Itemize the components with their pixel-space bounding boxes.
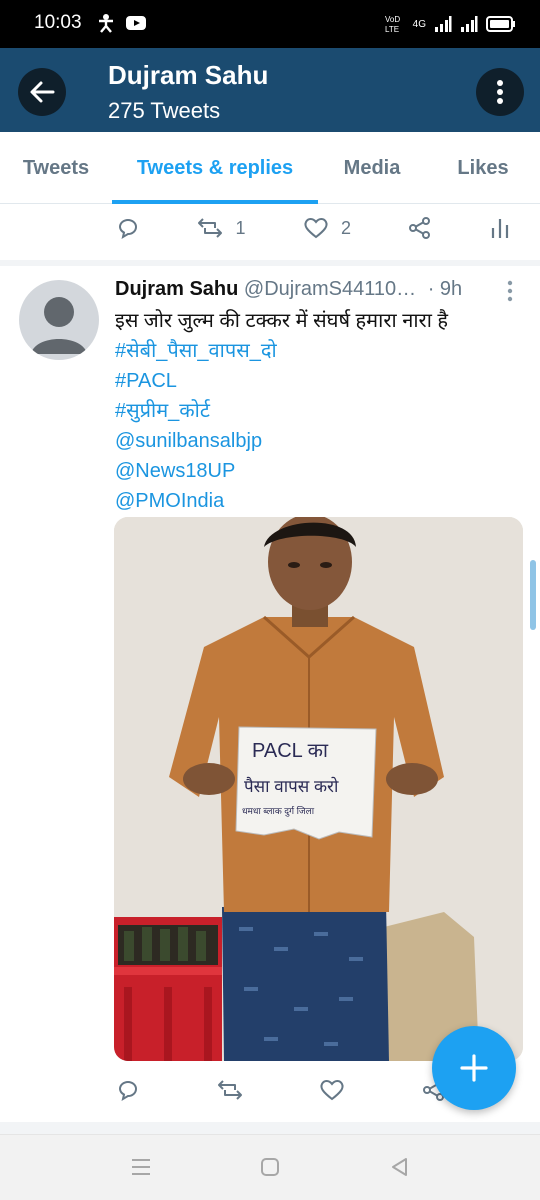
overflow-menu-button[interactable] [476, 68, 524, 116]
mention-link[interactable]: @News18UP [115, 456, 448, 486]
retweet-icon [217, 1080, 242, 1100]
scrollbar[interactable] [530, 560, 536, 630]
retweet-count: 1 [235, 217, 246, 238]
prev-tweet-actions: 1 2 [116, 216, 510, 240]
profile-tabs: Tweets Tweets & replies Media Likes [0, 132, 540, 204]
tweet-body: इस जोर जुल्म की टक्कर में संघर्ष हमारा न… [115, 306, 448, 516]
like-button[interactable] [319, 1078, 345, 1102]
tab-media[interactable]: Media [318, 132, 426, 204]
tweet-count: 275 Tweets [108, 98, 221, 123]
reply-icon [118, 219, 137, 240]
status-time: 10:03 [34, 12, 82, 33]
reply-icon [118, 1081, 137, 1102]
more-vertical-icon [497, 80, 503, 104]
signal-icon-2 [461, 16, 478, 32]
analytics-icon [491, 219, 509, 238]
menu-icon[interactable] [130, 1155, 152, 1179]
tweet-actions [116, 1078, 446, 1102]
tweet-text: इस जोर जुल्म की टक्कर में संघर्ष हमारा न… [115, 310, 449, 332]
reply-button[interactable] [116, 216, 140, 240]
default-avatar-icon [31, 297, 87, 354]
status-indicators: VoD LTE 4G [385, 13, 516, 35]
tweet-divider [0, 1122, 540, 1134]
share-button[interactable] [408, 216, 432, 240]
signal-icon [435, 16, 452, 32]
tab-tweets[interactable]: Tweets [0, 132, 112, 204]
reply-button[interactable] [116, 1078, 140, 1102]
tab-tweets-replies[interactable]: Tweets & replies [112, 132, 318, 204]
tweet-time: · 9h [427, 278, 463, 300]
network-type-label: 4G [412, 18, 426, 30]
retweet-button[interactable] [217, 1078, 243, 1102]
tweet-menu-icon[interactable] [506, 280, 514, 302]
svg-text:LTE: LTE [385, 25, 399, 34]
like-count: 2 [340, 217, 351, 238]
author-handle[interactable]: @DujramS44110… [244, 278, 416, 300]
hashtag-link[interactable]: #सुप्रीम_कोर्ट [115, 396, 448, 426]
hashtag-link[interactable]: #PACL [115, 366, 448, 396]
battery-icon [486, 16, 515, 32]
share-icon [409, 217, 431, 239]
compose-tweet-button[interactable] [432, 1026, 516, 1110]
photo-illustration: PACL का पैसा वापस करो धमधा ब्लाक दुर्ग ज… [114, 517, 523, 1061]
home-icon[interactable] [259, 1155, 281, 1179]
sign-text-line-2: पैसा वापस करो [244, 776, 339, 796]
avatar[interactable] [19, 280, 99, 360]
retweet-icon [198, 218, 223, 238]
author-name[interactable]: Dujram Sahu [115, 278, 238, 300]
analytics-button[interactable] [490, 216, 510, 240]
profile-title: Dujram Sahu [108, 60, 269, 90]
tweet-divider [0, 260, 540, 266]
notification-icons [95, 12, 147, 34]
mention-link[interactable]: @PMOIndia [115, 486, 448, 516]
back-button[interactable] [18, 68, 66, 116]
sign-text-line-1: PACL का [252, 740, 329, 762]
app-bar: Dujram Sahu 275 Tweets [0, 48, 540, 132]
heart-icon [320, 1080, 344, 1101]
hashtag-link[interactable]: #सेबी_पैसा_वापस_दो [115, 336, 448, 366]
back-nav-icon[interactable] [388, 1155, 410, 1179]
tweet-photo[interactable]: PACL का पैसा वापस करो धमधा ब्लाक दुर्ग ज… [114, 517, 523, 1061]
heart-icon [304, 218, 328, 239]
system-nav-bar [0, 1134, 540, 1200]
accessibility-icon [99, 14, 113, 33]
arrow-back-icon [30, 81, 55, 103]
tab-likes[interactable]: Likes [426, 132, 540, 204]
retweet-button[interactable]: 1 [197, 216, 246, 240]
youtube-icon [126, 16, 146, 30]
status-bar: 10:03 VoD LTE 4G [0, 0, 540, 48]
tweet-header: Dujram Sahu @DujramS44110… · 9h [115, 278, 515, 301]
sign-text-line-3: धमधा ब्लाक दुर्ग जिला [242, 805, 315, 817]
svg-text:VoD: VoD [385, 15, 400, 24]
mention-link[interactable]: @sunilbansalbjp [115, 426, 448, 456]
plus-icon [460, 1054, 488, 1082]
volte-icon: VoDLTE [385, 15, 400, 34]
like-button[interactable]: 2 [303, 216, 351, 240]
